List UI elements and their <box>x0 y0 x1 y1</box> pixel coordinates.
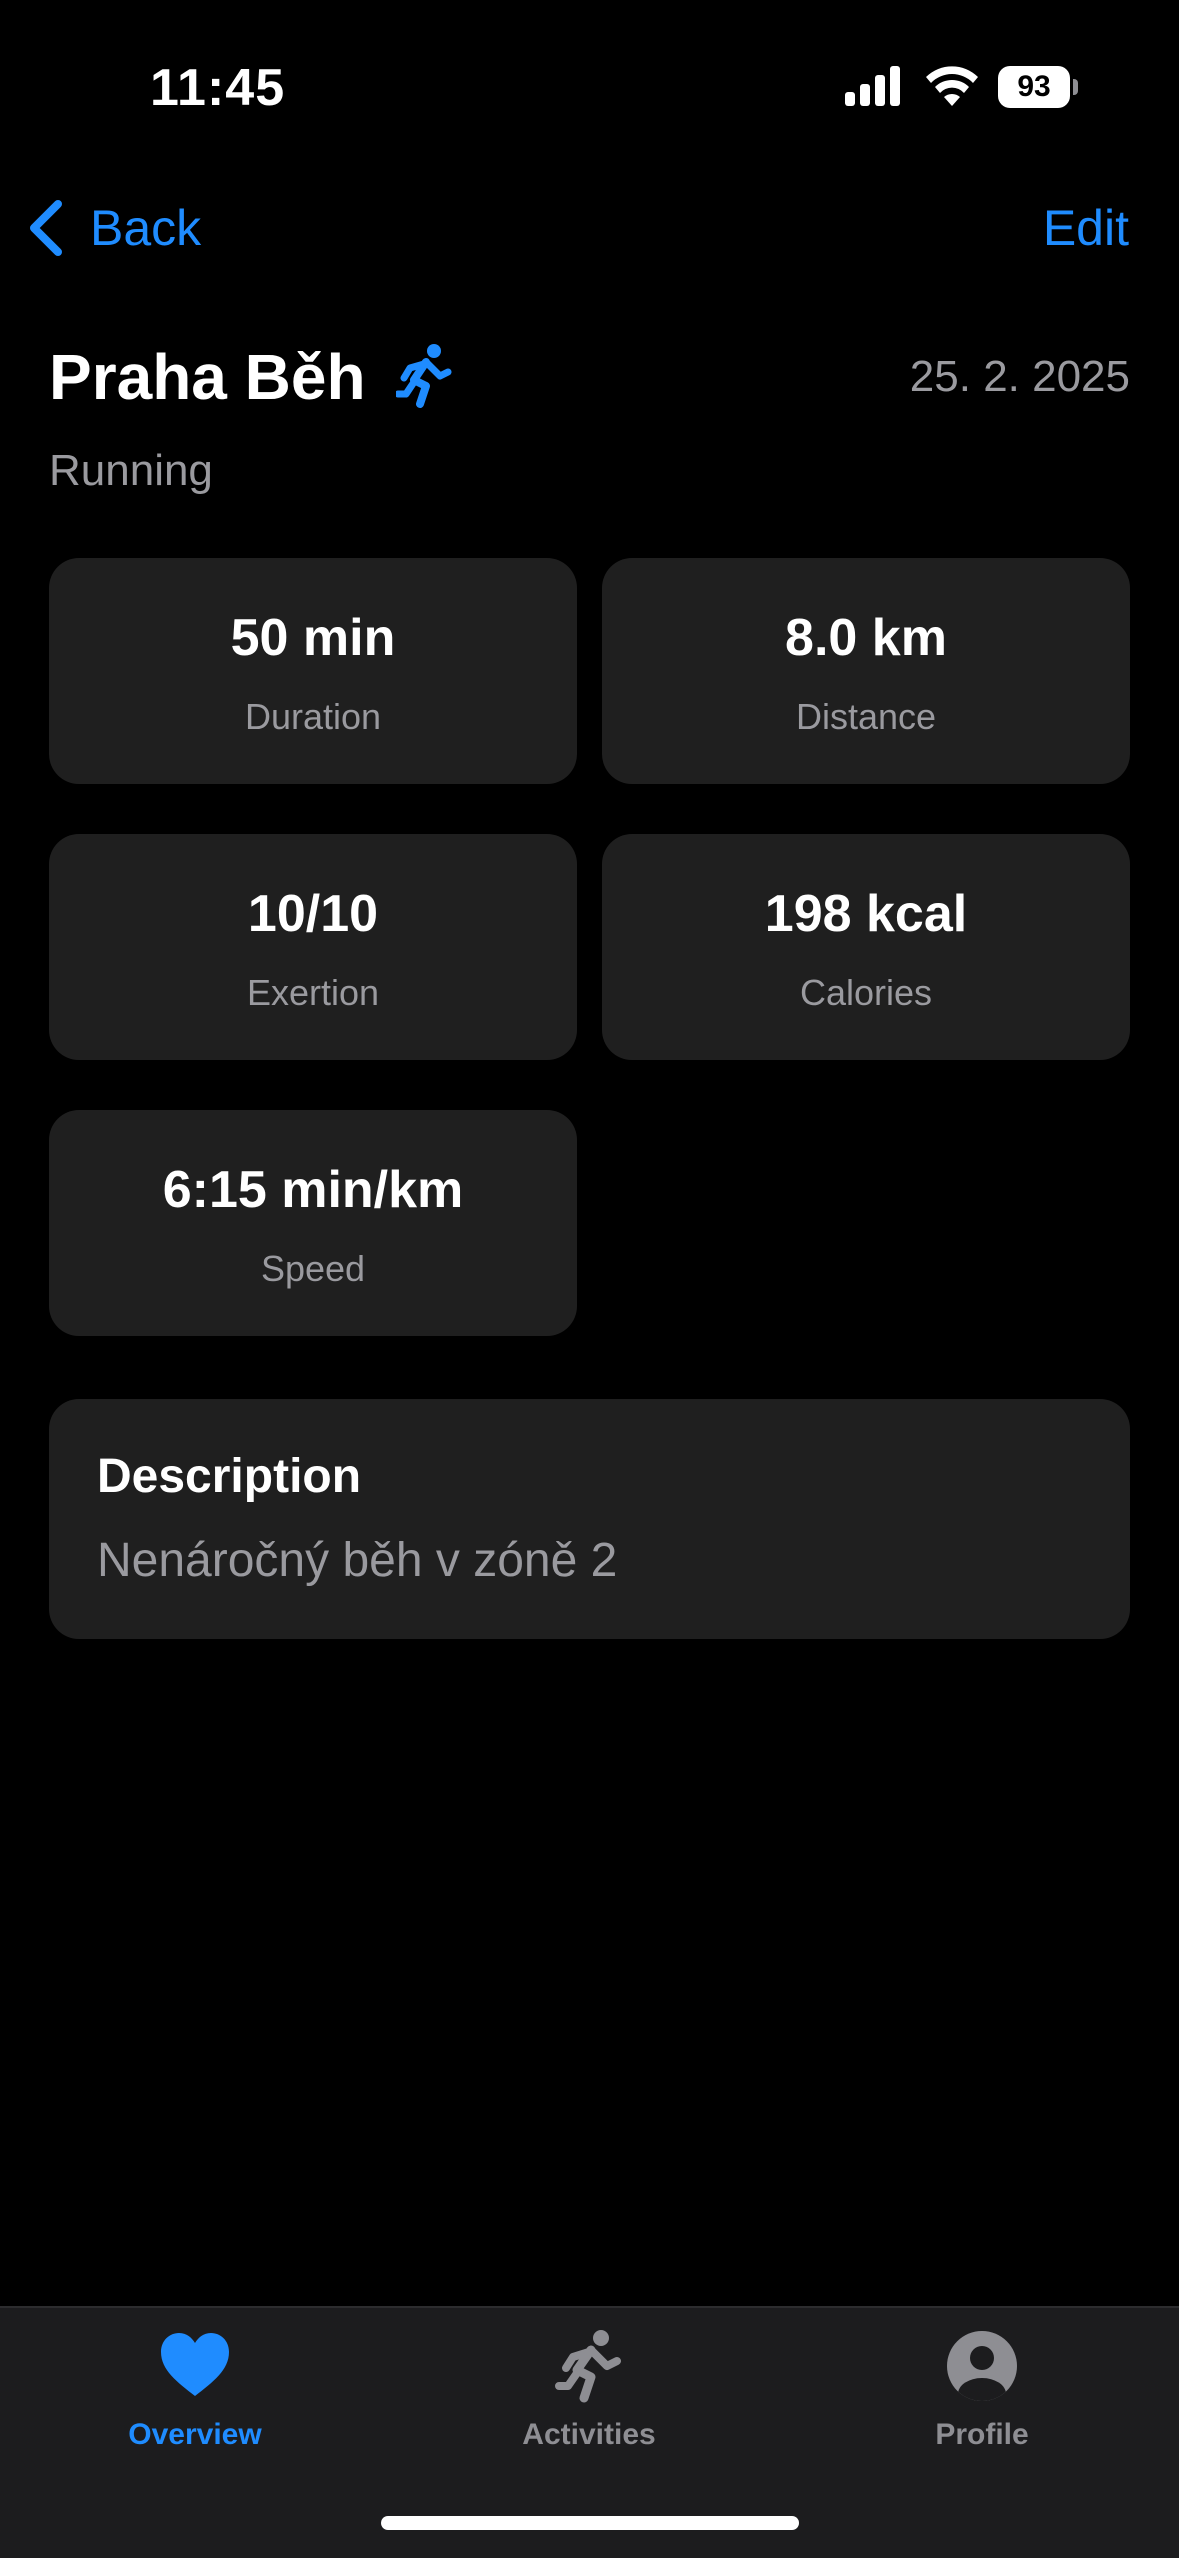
stat-label: Duration <box>244 696 382 737</box>
tab-overview[interactable]: Overview <box>65 2328 325 2478</box>
tab-label: Overview <box>128 2418 262 2451</box>
description-text: Nenáročný běh v zóně 2 <box>97 1534 618 1587</box>
stat-value: 198 kcal <box>764 885 968 943</box>
person-circle-icon <box>947 2331 1017 2401</box>
tab-label: Activities <box>522 2418 656 2451</box>
stat-value: 10/10 <box>247 885 379 943</box>
tab-label: Profile <box>935 2418 1029 2451</box>
battery-level: 93 <box>998 66 1070 108</box>
signal-icon <box>845 66 900 106</box>
stat-card-speed: 6:15 min/km Speed <box>49 1110 577 1336</box>
heart-icon <box>161 2333 229 2396</box>
edit-button[interactable]: Edit <box>1043 196 1129 260</box>
stat-value: 50 min <box>230 609 396 667</box>
stat-label: Exertion <box>246 972 380 1013</box>
activity-type: Running <box>49 446 213 495</box>
tab-profile[interactable]: Profile <box>852 2328 1112 2478</box>
stat-card-exertion: 10/10 Exertion <box>49 834 577 1060</box>
status-bar: 11:45 93 <box>0 0 1179 170</box>
stat-card-distance: 8.0 km Distance <box>602 558 1130 784</box>
title-row: Praha Běh <box>49 340 452 414</box>
chevron-left-icon <box>30 200 62 256</box>
back-label: Back <box>90 200 202 256</box>
stat-card-duration: 50 min Duration <box>49 558 577 784</box>
running-icon <box>555 2330 621 2403</box>
stat-label: Speed <box>260 1248 366 1289</box>
running-icon <box>395 344 452 408</box>
status-time: 11:45 <box>150 59 286 117</box>
stat-card-calories: 198 kcal Calories <box>602 834 1130 1060</box>
wifi-icon <box>926 66 978 106</box>
description-title: Description <box>97 1450 362 1503</box>
stat-label: Calories <box>799 972 933 1013</box>
back-button[interactable]: Back <box>26 196 201 260</box>
battery-icon: 93 <box>998 66 1078 108</box>
activity-date: 25. 2. 2025 <box>909 352 1130 401</box>
stat-value: 6:15 min/km <box>162 1161 464 1219</box>
battery-tip <box>1073 79 1078 95</box>
tab-activities[interactable]: Activities <box>459 2328 719 2478</box>
description-card: Description Nenáročný běh v zóně 2 <box>49 1399 1130 1639</box>
home-indicator[interactable] <box>381 2516 799 2530</box>
page-title: Praha Běh <box>49 341 366 413</box>
stat-label: Distance <box>795 696 937 737</box>
stat-value: 8.0 km <box>785 609 947 667</box>
